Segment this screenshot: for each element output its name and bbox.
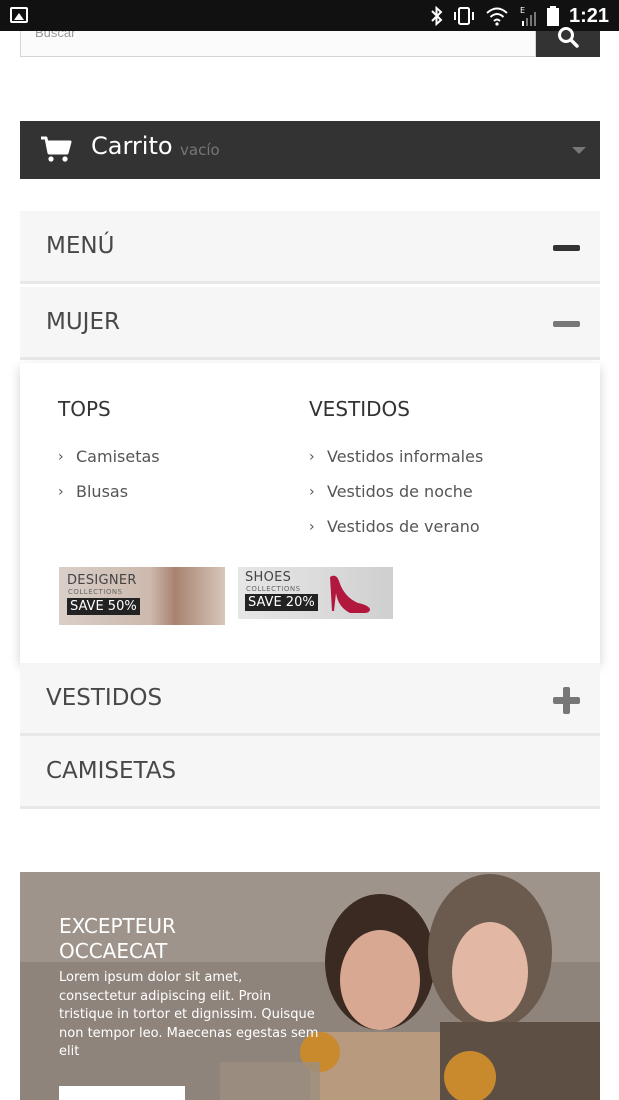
menu-item-camisetas[interactable]: CAMISETAS [20,736,600,809]
hero-text: Lorem ipsum dolor sit amet, consectetur … [59,970,319,1059]
submenu-column-vestidos: VESTIDOS › Vestidos informales › Vestido… [309,397,483,544]
chevron-right-icon: › [309,518,315,535]
submenu-link-label: Vestidos de noche [327,482,473,501]
banner-subtitle: COLLECTIONS [246,585,301,593]
bluetooth-icon [431,6,443,26]
status-icons: E 1:21 [431,4,609,28]
banner-subtitle: COLLECTIONS [68,588,123,596]
menu-label: MENÚ [46,233,115,259]
signal-icon: E [520,6,536,26]
menu-toggle-row[interactable]: MENÚ [20,211,600,284]
submenu-link[interactable]: › Blusas [58,474,160,509]
chevron-right-icon: › [58,483,64,500]
submenu-column-tops: TOPS › Camisetas › Blusas [58,397,160,509]
cart-block[interactable]: Carrito vacío [20,121,600,179]
submenu-link[interactable]: › Vestidos de verano [309,509,483,544]
submenu-link-label: Blusas [76,482,129,501]
designer-banner[interactable]: DESIGNER COLLECTIONS SAVE 50% [59,567,225,625]
hero-banner[interactable]: EXCEPTEUR OCCAECAT Lorem ipsum dolor sit… [20,872,600,1100]
plus-icon[interactable] [553,687,580,714]
cart-title: Carrito [91,132,173,160]
submenu-link-label: Camisetas [76,447,160,466]
search-icon [558,27,579,48]
menu-item-label: MUJER [46,309,120,335]
banner-tag: SAVE 20% [245,594,318,611]
submenu-link-label: Vestidos informales [327,447,484,466]
wifi-icon [486,7,508,26]
high-heel-shoe-image [330,575,370,613]
hero-title: EXCEPTEUR OCCAECAT [59,914,176,963]
submenu-link[interactable]: › Vestidos informales [309,439,483,474]
svg-text:E: E [520,6,525,15]
submenu-link-label: Vestidos de verano [327,517,480,536]
chevron-down-icon[interactable] [572,147,586,154]
search-bar: Buscar [20,27,600,57]
battery-icon [546,6,559,26]
submenu-heading[interactable]: VESTIDOS [309,397,483,421]
shoes-banner[interactable]: SHOES COLLECTIONS SAVE 20% [238,567,393,619]
chevron-right-icon: › [309,483,315,500]
search-button[interactable] [536,27,600,57]
menu-item-label: CAMISETAS [46,758,177,784]
banner-title: SHOES [245,570,292,585]
submenu-link[interactable]: › Camisetas [58,439,160,474]
menu-item-vestidos[interactable]: VESTIDOS [20,663,600,736]
hero-button[interactable] [59,1086,185,1100]
cart-icon [41,136,72,162]
search-input[interactable]: Buscar [20,31,536,57]
menu-item-mujer[interactable]: MUJER [20,287,600,360]
vibrate-icon [453,7,474,25]
status-bar: E 1:21 [0,0,619,31]
chevron-right-icon: › [309,448,315,465]
chevron-right-icon: › [58,448,64,465]
minus-icon[interactable] [553,321,580,327]
submenu-link[interactable]: › Vestidos de noche [309,474,483,509]
menu-item-label: VESTIDOS [46,685,163,711]
gallery-icon [10,7,28,23]
mujer-submenu: TOPS › Camisetas › Blusas VESTIDOS › Ves… [20,363,600,663]
banner-title: DESIGNER [67,573,137,588]
submenu-heading[interactable]: TOPS [58,397,160,421]
cart-status: vacío [180,141,220,159]
minus-icon[interactable] [553,245,580,251]
banner-tag: SAVE 50% [67,598,140,615]
